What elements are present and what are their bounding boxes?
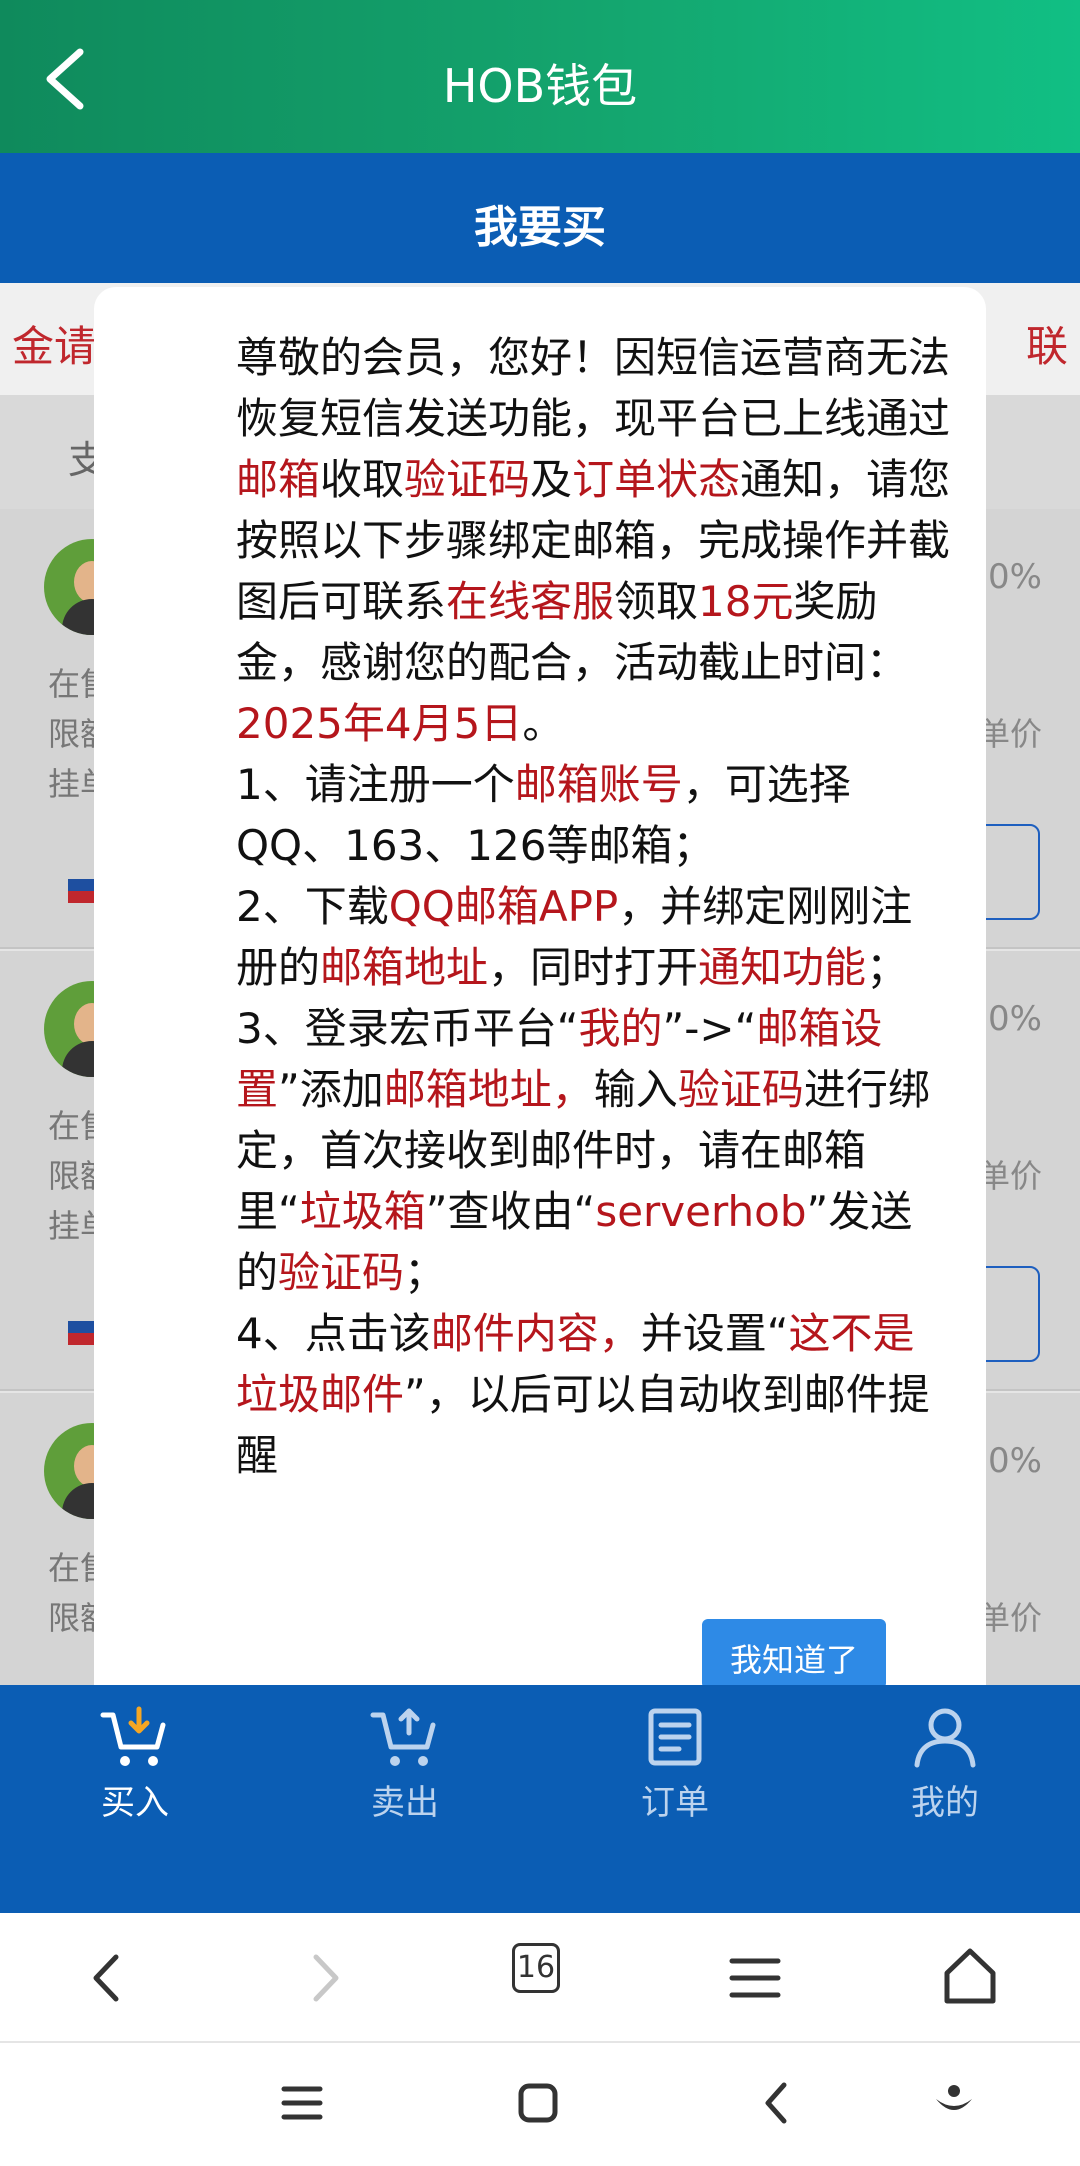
- subtab-bar: 我要买: [0, 153, 1080, 283]
- cart-download-icon: [100, 1706, 166, 1766]
- system-nav-bar: [0, 2043, 1080, 2166]
- tab-label: 卖出: [371, 1783, 439, 1823]
- card-unit-price: 单价: [977, 1157, 1042, 1195]
- tab-label: 我的: [911, 1783, 979, 1823]
- recent-apps-icon[interactable]: [272, 2073, 332, 2133]
- tab-buy-in[interactable]: 买入: [60, 1705, 210, 1824]
- bank-icon: [68, 1321, 96, 1345]
- page-title: HOB钱包: [442, 59, 638, 113]
- acknowledge-button[interactable]: 我知道了: [702, 1619, 886, 1685]
- card-unit-price: 单价: [977, 1599, 1042, 1637]
- assistant-icon[interactable]: [924, 2073, 984, 2133]
- tab-label: 订单: [641, 1783, 709, 1823]
- app-header: HOB钱包: [0, 0, 1080, 153]
- card-percent: 0%: [988, 1441, 1042, 1481]
- notice-paragraph-intro: 尊敬的会员，您好！因短信运营商无法恢复短信发送功能，现平台已上线通过邮箱收取验证…: [236, 333, 951, 748]
- bank-icon: [68, 879, 96, 903]
- tab-label: 买入: [101, 1783, 169, 1823]
- home-icon[interactable]: [508, 2073, 568, 2133]
- notice-strip-right-text: 联: [1025, 322, 1068, 371]
- browser-toolbar: 16: [0, 1913, 1080, 2043]
- tab-buy[interactable]: 我要买: [0, 191, 1080, 255]
- bottom-tab-bar: 买入 卖出 订单 我的: [0, 1685, 1080, 1913]
- cart-upload-icon: [370, 1708, 436, 1766]
- browser-back-icon[interactable]: [72, 1943, 142, 2013]
- order-icon: [648, 1708, 702, 1766]
- notice-step-2: 2、下载QQ邮箱APP，并绑定刚刚注册的邮箱地址，同时打开通知功能；: [236, 882, 913, 992]
- card-percent: 0%: [988, 999, 1042, 1039]
- notice-step-4: 4、点击该邮件内容，并设置“这不是垃圾邮件”，以后可以自动收到邮件提醒: [236, 1309, 930, 1480]
- browser-menu-icon[interactable]: [720, 1943, 790, 2013]
- notice-text: 尊敬的会员，您好！因短信运营商无法恢复短信发送功能，现平台已上线通过邮箱收取验证…: [136, 327, 954, 1627]
- notice-step-1: 1、请注册一个邮箱账号，可选择QQ、163、126等邮箱；: [236, 760, 851, 870]
- browser-home-icon[interactable]: [935, 1943, 1005, 2013]
- card-unit-price: 单价: [977, 715, 1042, 753]
- tab-mine[interactable]: 我的: [870, 1705, 1020, 1824]
- system-back-icon[interactable]: [746, 2073, 806, 2133]
- notice-strip-left-text: 金请: [12, 322, 97, 371]
- notice-step-3: 3、登录宏币平台“我的”->“邮箱设置”添加邮箱地址，输入验证码进行绑定，首次接…: [236, 1004, 930, 1297]
- card-percent: 0%: [988, 557, 1042, 597]
- tab-sell[interactable]: 卖出: [330, 1705, 480, 1824]
- tab-orders[interactable]: 订单: [600, 1705, 750, 1824]
- browser-tabs-button[interactable]: 16: [512, 1943, 560, 1993]
- notice-modal: 尊敬的会员，您好！因短信运营商无法恢复短信发送功能，现平台已上线通过邮箱收取验证…: [94, 287, 986, 1685]
- user-icon: [914, 1708, 976, 1768]
- browser-forward-icon[interactable]: [290, 1943, 360, 2013]
